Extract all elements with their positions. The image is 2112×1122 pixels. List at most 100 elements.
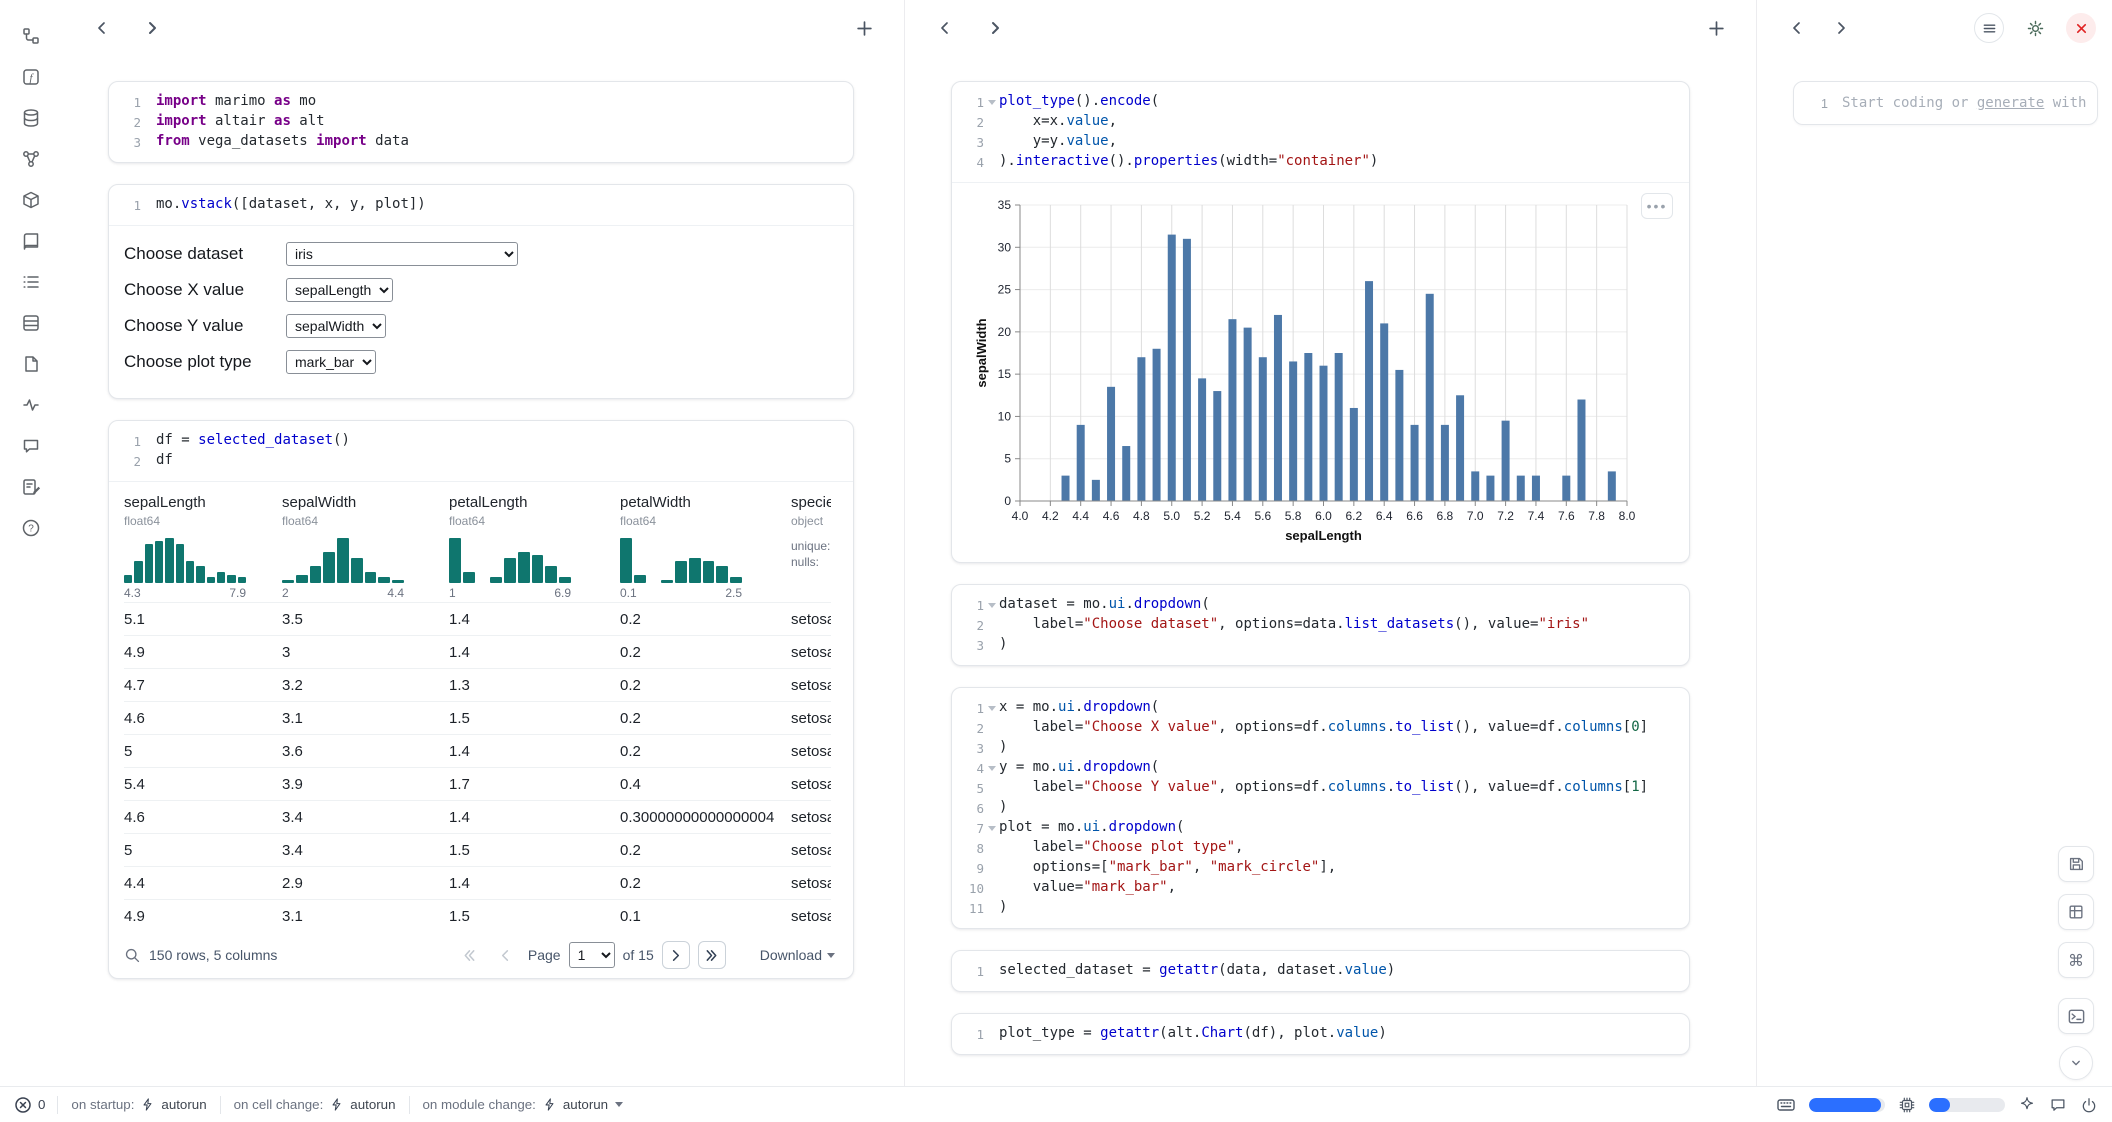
packages-panel-button[interactable] — [12, 188, 50, 214]
add-cell-button-middle[interactable] — [1702, 14, 1730, 42]
scroll-to-bottom-button[interactable] — [2059, 1046, 2093, 1080]
y-value-dropdown[interactable]: sepalWidth — [286, 314, 386, 338]
next-page-button[interactable] — [662, 941, 690, 969]
svg-text:7.4: 7.4 — [1528, 509, 1545, 523]
double-chevron-left-icon — [462, 948, 477, 963]
layout-grid-button[interactable] — [2058, 894, 2094, 930]
pane-right-scroll-right-button[interactable] — [1827, 14, 1855, 42]
outline-panel-button[interactable] — [12, 270, 50, 296]
pane-middle-scroll-right-button[interactable] — [981, 14, 1009, 42]
double-chevron-right-icon — [704, 948, 719, 963]
new-cell-editor[interactable]: 1 Start coding or generate with AI — [1793, 81, 2098, 125]
control-row-dataset: Choose dataset iris — [124, 236, 837, 272]
file-tree-icon — [21, 26, 41, 49]
chart-options-button[interactable]: ••• — [1641, 193, 1673, 219]
ai-assistant-button[interactable] — [2018, 1096, 2036, 1114]
settings-button[interactable] — [2020, 13, 2050, 43]
logs-panel-button[interactable] — [12, 311, 50, 337]
code-editor-plot[interactable]: 1plot_type().encode(2 x=x.value,3 y=y.va… — [952, 82, 1689, 182]
chevron-down-icon — [2068, 1055, 2084, 1071]
chat-panel-button[interactable] — [12, 434, 50, 460]
dropdown-controls-output: Choose dataset iris Choose X value sepal… — [109, 225, 853, 398]
keyboard-shortcuts-button[interactable]: ⌘ — [2058, 942, 2094, 978]
cell-plot-type: 1plot_type = getattr(alt.Chart(df), plot… — [951, 1013, 1690, 1055]
ellipsis-icon: ••• — [1647, 199, 1668, 213]
plus-icon — [1708, 20, 1725, 37]
generate-link[interactable]: generate — [1977, 95, 2044, 111]
code-editor-imports[interactable]: 1import marimo as mo2import altair as al… — [109, 82, 853, 162]
last-page-button[interactable] — [698, 941, 726, 969]
table-row: 4.63.11.50.2setosa — [124, 701, 831, 734]
sparkle-icon — [2018, 1096, 2036, 1114]
table-grid: sepalLengthfloat64sepalWidthfloat64petal… — [124, 494, 831, 932]
dataset-dropdown[interactable]: iris — [286, 242, 518, 266]
notebook-column-left: 1import marimo as mo2import altair as al… — [62, 0, 905, 1086]
code-editor-vstack[interactable]: 1mo.vstack([dataset, x, y, plot]) — [109, 185, 853, 225]
cell-plot: 1plot_type().encode(2 x=x.value,3 y=y.va… — [951, 81, 1690, 563]
svg-text:35: 35 — [998, 198, 1012, 212]
save-button[interactable] — [2058, 846, 2094, 882]
cells-middle: 1plot_type().encode(2 x=x.value,3 y=y.va… — [905, 56, 1756, 1086]
shutdown-button[interactable] — [2066, 13, 2096, 43]
altair-bar-chart[interactable]: 4.04.24.44.64.85.05.25.45.65.86.06.26.46… — [974, 195, 1675, 552]
tracing-panel-button[interactable] — [12, 393, 50, 419]
cell-imports: 1import marimo as mo2import altair as al… — [108, 81, 854, 163]
pane-right-scroll-left-button[interactable] — [1783, 14, 1811, 42]
chat-bubble-icon — [2049, 1096, 2067, 1114]
chart-output: 4.04.24.44.64.85.05.25.45.65.86.06.26.46… — [952, 182, 1689, 562]
on-module-change-setting[interactable]: on module change: autorun — [410, 1097, 637, 1112]
list-icon — [21, 272, 41, 295]
code-editor-dataset[interactable]: 1dataset = mo.ui.dropdown(2 label="Choos… — [952, 585, 1689, 665]
snippets-panel-button[interactable] — [12, 352, 50, 378]
documentation-panel-button[interactable] — [12, 229, 50, 255]
chevron-left-icon — [498, 948, 513, 963]
svg-text:6.8: 6.8 — [1437, 509, 1454, 523]
helper-icon-rail: f ? — [0, 0, 62, 1086]
variables-panel-button[interactable]: f — [12, 65, 50, 91]
code-editor-widgets[interactable]: 1x = mo.ui.dropdown(2 label="Choose X va… — [952, 688, 1689, 928]
feedback-button[interactable] — [2049, 1096, 2067, 1114]
plot-type-dropdown[interactable]: mark_bar — [286, 350, 376, 374]
notebook-menu-button[interactable] — [1974, 13, 2004, 43]
dependencies-panel-button[interactable] — [12, 147, 50, 173]
cell-vstack: 1mo.vstack([dataset, x, y, plot]) Choose… — [108, 184, 854, 399]
prev-page-button[interactable] — [492, 941, 520, 969]
terminal-button[interactable] — [2058, 998, 2094, 1034]
error-count: 0 — [38, 1097, 45, 1112]
cell-selected-dataset: 1selected_dataset = getattr(data, datase… — [951, 950, 1690, 992]
column-histogram — [449, 536, 571, 583]
datasources-panel-button[interactable] — [12, 106, 50, 132]
errors-indicator[interactable]: 0 — [14, 1096, 57, 1114]
scratchpad-panel-button[interactable] — [12, 475, 50, 501]
table-row: 4.63.41.40.30000000000000004setosa — [124, 800, 831, 833]
pane-middle-scroll-left-button[interactable] — [931, 14, 959, 42]
connection-button[interactable] — [2080, 1096, 2098, 1114]
code-editor-dataframe[interactable]: 1df = selected_dataset()2df — [109, 421, 853, 481]
chevron-left-icon — [937, 20, 953, 36]
keyboard-icon — [1776, 1095, 1796, 1115]
help-button[interactable]: ? — [12, 516, 50, 542]
chevron-left-icon — [1789, 20, 1805, 36]
files-panel-button[interactable] — [12, 24, 50, 50]
x-value-dropdown[interactable]: sepalLength — [286, 278, 393, 302]
pane-left-scroll-right-button[interactable] — [138, 14, 166, 42]
svg-text:4.2: 4.2 — [1042, 509, 1059, 523]
code-editor-plot-type[interactable]: 1plot_type = getattr(alt.Chart(df), plot… — [952, 1014, 1689, 1054]
table-search-button[interactable] — [124, 947, 141, 964]
svg-text:8.0: 8.0 — [1619, 509, 1636, 523]
page-select[interactable]: 1 — [569, 942, 615, 968]
svg-text:7.8: 7.8 — [1588, 509, 1605, 523]
code-editor-selected-dataset[interactable]: 1selected_dataset = getattr(data, datase… — [952, 951, 1689, 991]
pane-left-scroll-left-button[interactable] — [88, 14, 116, 42]
keyboard-button[interactable] — [1776, 1095, 1796, 1115]
command-icon: ⌘ — [2068, 951, 2084, 970]
download-button[interactable]: Download — [760, 947, 835, 963]
table-row: 5.13.51.40.2setosa — [124, 602, 831, 635]
column-histogram — [282, 536, 404, 583]
chevron-right-icon — [668, 948, 683, 963]
on-cell-change-setting[interactable]: on cell change: autorun — [221, 1097, 409, 1112]
on-startup-setting[interactable]: on startup: autorun — [58, 1097, 219, 1112]
table-row: 4.73.21.30.2setosa — [124, 668, 831, 701]
first-page-button[interactable] — [456, 941, 484, 969]
add-cell-button-left[interactable] — [850, 14, 878, 42]
